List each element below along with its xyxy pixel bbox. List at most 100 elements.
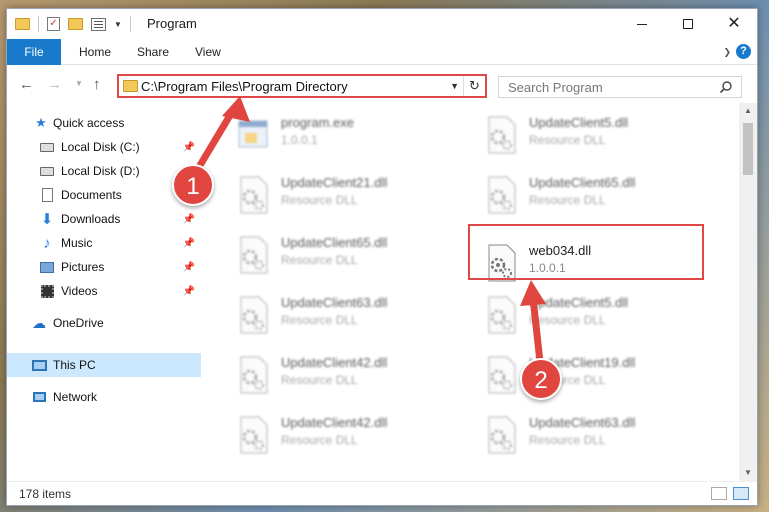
sidebar-item-this-pc[interactable]: This PC [7, 353, 201, 377]
properties-check-icon[interactable]: ✓ [47, 17, 60, 31]
expand-ribbon-chevron-icon[interactable]: ❯ [723, 47, 731, 58]
tab-share[interactable]: Share [137, 39, 169, 65]
file-list: program.exe 1.0.0.1 UpdateClient5.dll Re… [207, 103, 739, 481]
computer-icon [31, 357, 47, 373]
file-item[interactable]: UpdateClient42.dll Resource DLL [207, 347, 437, 401]
tab-file[interactable]: File [7, 39, 61, 65]
pin-icon[interactable]: 📌 [183, 286, 195, 297]
dll-gear-file-icon [240, 296, 268, 334]
address-bar[interactable]: C:\Program Files\Program Directory ▼ ↻ [117, 74, 487, 98]
sidebar-item-quick-access[interactable]: ★ Quick access [7, 111, 201, 135]
back-arrow-icon[interactable]: ← [19, 76, 34, 93]
documents-icon [39, 187, 55, 203]
item-count: 178 items [19, 487, 72, 501]
file-highlight-box [468, 224, 704, 280]
sidebar-item-label: Pictures [61, 260, 105, 274]
minimize-button[interactable] [619, 9, 665, 39]
sidebar-item-label: Local Disk (D:) [61, 164, 140, 178]
sidebar-item-downloads[interactable]: ⬇ Downloads 📌 [7, 207, 201, 231]
scroll-down-icon[interactable]: ▼ [739, 465, 757, 481]
file-description: Resource DLL [281, 193, 358, 207]
file-item[interactable]: UpdateClient65.dll Resource DLL [207, 227, 437, 281]
file-item[interactable]: UpdateClient19.dll Resource DLL [455, 347, 685, 401]
status-bar: 178 items [7, 481, 757, 505]
sidebar-item-label: Local Disk (C:) [61, 140, 140, 154]
step-1-callout: 1 [172, 164, 214, 206]
dll-gear-file-icon [240, 416, 268, 454]
sidebar-item-network[interactable]: Network [7, 385, 201, 409]
file-item[interactable]: UpdateClient63.dll Resource DLL [455, 407, 685, 461]
toolbar-separator [129, 16, 131, 32]
sidebar-item-music[interactable]: ♪ Music 📌 [7, 231, 201, 255]
sidebar-item-pictures[interactable]: Pictures 📌 [7, 255, 201, 279]
file-name: UpdateClient65.dll [529, 175, 636, 190]
sidebar-item-label: Downloads [61, 212, 121, 226]
file-name: UpdateClient5.dll [529, 295, 629, 310]
close-button[interactable]: ✕ [711, 9, 757, 39]
search-box[interactable]: Search Program [498, 76, 742, 98]
sidebar-item-videos[interactable]: Videos 📌 [7, 279, 201, 303]
file-description: Resource DLL [529, 313, 606, 327]
download-icon: ⬇ [40, 211, 54, 228]
up-arrow-icon[interactable]: ↑ [93, 76, 101, 93]
file-item[interactable]: UpdateClient63.dll Resource DLL [207, 287, 437, 341]
file-item[interactable]: UpdateClient21.dll Resource DLL [207, 167, 437, 221]
navigation-bar: ← → ▼ ↑ C:\Program Files\Program Directo… [7, 65, 757, 103]
navigation-pane: ★ Quick access Local Disk (C:) 📌 Local D… [7, 103, 201, 481]
file-name: UpdateClient21.dll [281, 175, 388, 190]
file-name: program.exe [281, 115, 354, 130]
forward-arrow-icon[interactable]: → [47, 76, 62, 93]
dll-gear-file-icon [488, 116, 516, 154]
tiles-view-icon[interactable] [733, 487, 749, 500]
maximize-button[interactable] [665, 9, 711, 39]
tab-home[interactable]: Home [79, 39, 111, 65]
file-description: Resource DLL [529, 193, 606, 207]
quick-access-toolbar: ✓ ▼ [15, 16, 131, 32]
file-description: Resource DLL [281, 373, 358, 387]
file-item[interactable]: UpdateClient5.dll Resource DLL [455, 287, 685, 341]
sidebar-item-onedrive[interactable]: ☁ OneDrive [7, 311, 201, 335]
cloud-icon: ☁ [32, 314, 46, 331]
address-dropdown-icon[interactable]: ▼ [450, 81, 459, 91]
help-icon[interactable]: ? [736, 44, 751, 59]
maximize-icon [683, 19, 693, 29]
pin-icon[interactable]: 📌 [183, 262, 195, 273]
pin-icon[interactable]: 📌 [183, 238, 195, 249]
sidebar-item-local-disk-c[interactable]: Local Disk (C:) 📌 [7, 135, 201, 159]
scrollbar-thumb[interactable] [743, 123, 753, 175]
file-name: UpdateClient5.dll [529, 115, 629, 130]
toolbar-separator [38, 16, 39, 32]
pin-icon[interactable]: 📌 [183, 214, 195, 225]
file-item[interactable]: program.exe 1.0.0.1 [207, 107, 437, 161]
dll-gear-file-icon [488, 176, 516, 214]
refresh-icon[interactable]: ↻ [463, 76, 485, 96]
minimize-icon [637, 23, 647, 25]
new-folder-icon[interactable] [68, 18, 83, 30]
star-icon: ★ [35, 115, 47, 130]
details-view-icon[interactable] [711, 487, 727, 500]
folder-icon [123, 80, 138, 92]
customize-toolbar-caret-icon[interactable]: ▼ [114, 20, 122, 29]
network-icon [31, 389, 47, 405]
file-item[interactable]: UpdateClient65.dll Resource DLL [455, 167, 685, 221]
file-item[interactable]: UpdateClient42.dll Resource DLL [207, 407, 437, 461]
sidebar-item-label: Network [53, 390, 98, 404]
pin-icon[interactable]: 📌 [183, 142, 195, 153]
sidebar-item-label: This PC [53, 358, 96, 372]
vertical-scrollbar[interactable]: ▲ ▼ [739, 103, 757, 481]
step-2-callout: 2 [520, 358, 562, 400]
address-path[interactable]: C:\Program Files\Program Directory [141, 79, 348, 94]
dll-gear-file-icon [488, 416, 516, 454]
properties-icon[interactable] [91, 17, 106, 31]
sidebar-item-label: Videos [61, 284, 98, 298]
dll-gear-file-icon [240, 236, 268, 274]
dll-gear-file-icon [240, 356, 268, 394]
search-icon[interactable] [719, 80, 733, 94]
recent-locations-caret-icon[interactable]: ▼ [75, 79, 83, 88]
file-description: 1.0.0.1 [281, 133, 318, 147]
tab-view[interactable]: View [195, 39, 221, 65]
scroll-up-icon[interactable]: ▲ [739, 103, 757, 119]
pictures-icon [39, 259, 55, 275]
sidebar-item-label: Documents [61, 188, 122, 202]
file-item[interactable]: UpdateClient5.dll Resource DLL [455, 107, 685, 161]
